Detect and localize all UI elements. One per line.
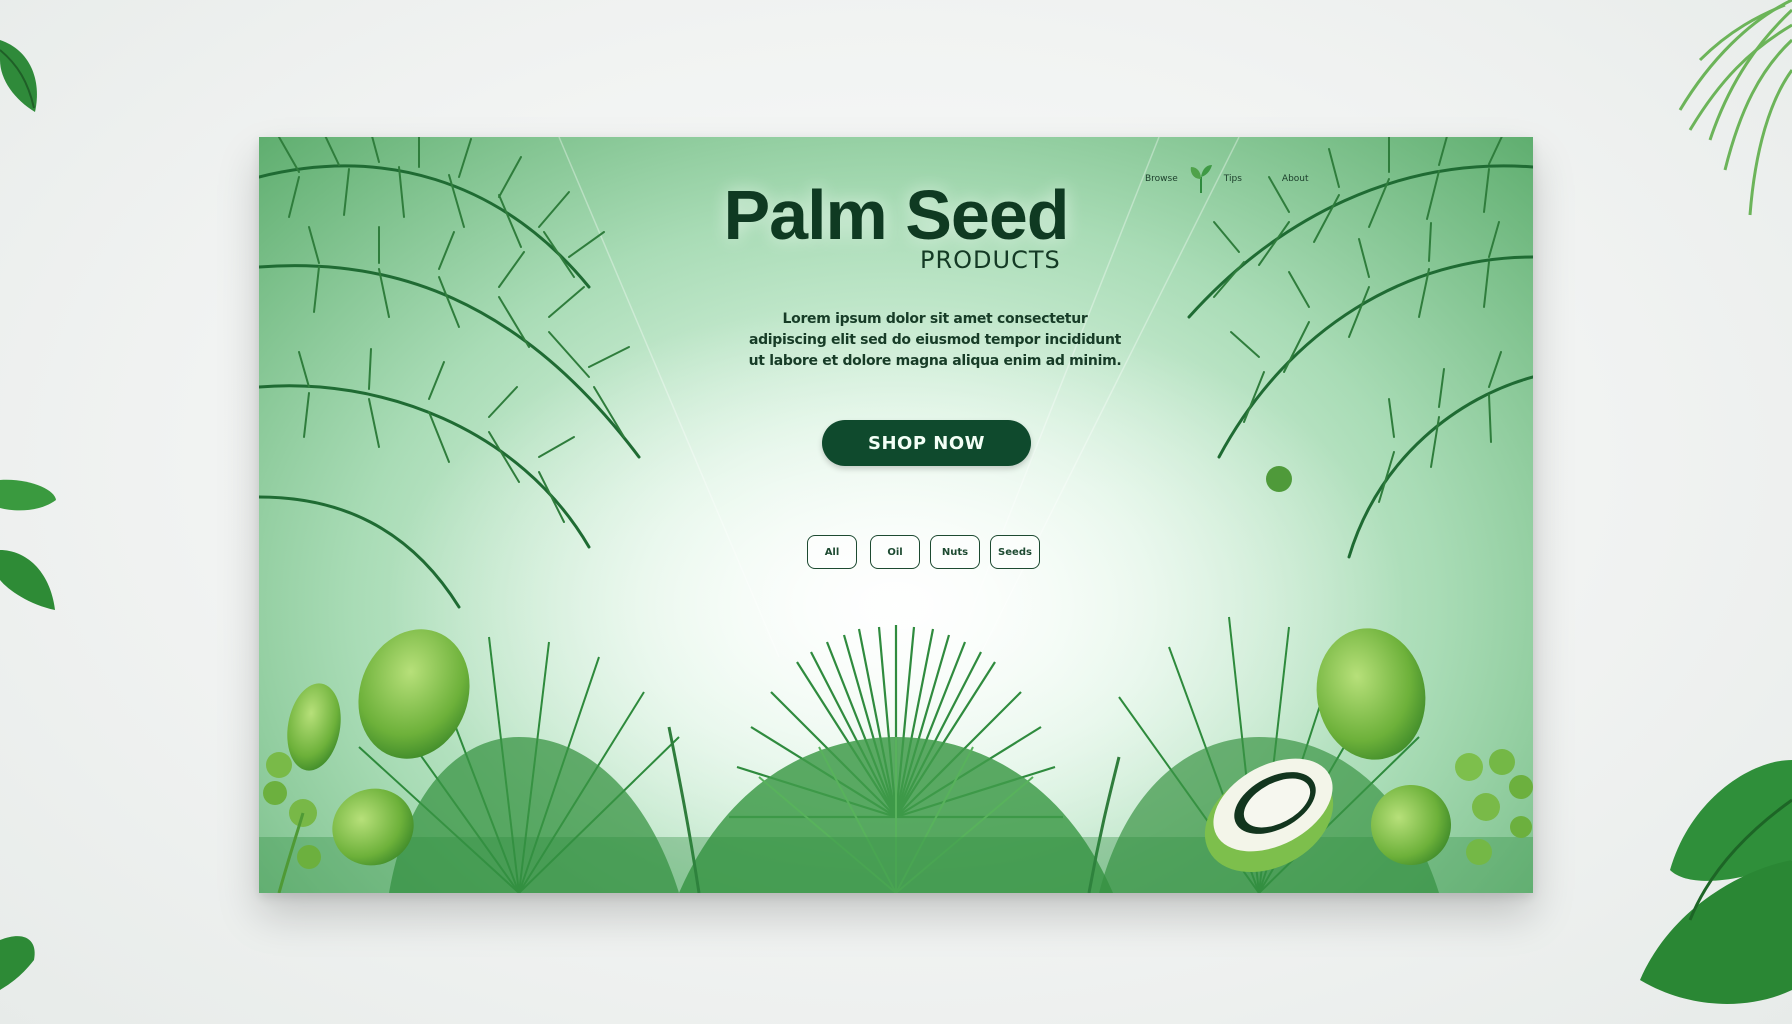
wall-monstera-bottom-right	[1640, 760, 1792, 1004]
chip-all[interactable]: All	[807, 535, 857, 569]
page-subtitle: PRODUCTS	[920, 246, 1061, 274]
top-links: Browse Tips About	[1145, 165, 1309, 193]
chip-nuts[interactable]: Nuts	[930, 535, 980, 569]
page-title: Palm Seed	[723, 176, 1069, 254]
wall-palm-top-right	[1678, 0, 1792, 216]
sprout-icon	[1190, 165, 1212, 193]
top-link-about[interactable]: About	[1282, 174, 1309, 184]
shop-now-button[interactable]: SHOP NOW	[822, 420, 1031, 466]
banner-content: Palm Seed PRODUCTS Browse Tips About Lor…	[259, 137, 1533, 893]
wall-leaf-mid-left	[0, 479, 56, 610]
chip-oil[interactable]: Oil	[870, 535, 920, 569]
category-chips: All Oil Nuts Seeds	[807, 535, 1040, 569]
hero-description: Lorem ipsum dolor sit amet consectetur a…	[748, 311, 1122, 369]
hero-banner: Palm Seed PRODUCTS Browse Tips About Lor…	[259, 137, 1533, 893]
wall-leaf-top-left	[0, 40, 37, 112]
wall-leaf-bottom-left	[0, 936, 35, 990]
chip-seeds[interactable]: Seeds	[990, 535, 1040, 569]
top-link-browse[interactable]: Browse	[1145, 174, 1178, 184]
top-link-tips[interactable]: Tips	[1224, 174, 1242, 184]
